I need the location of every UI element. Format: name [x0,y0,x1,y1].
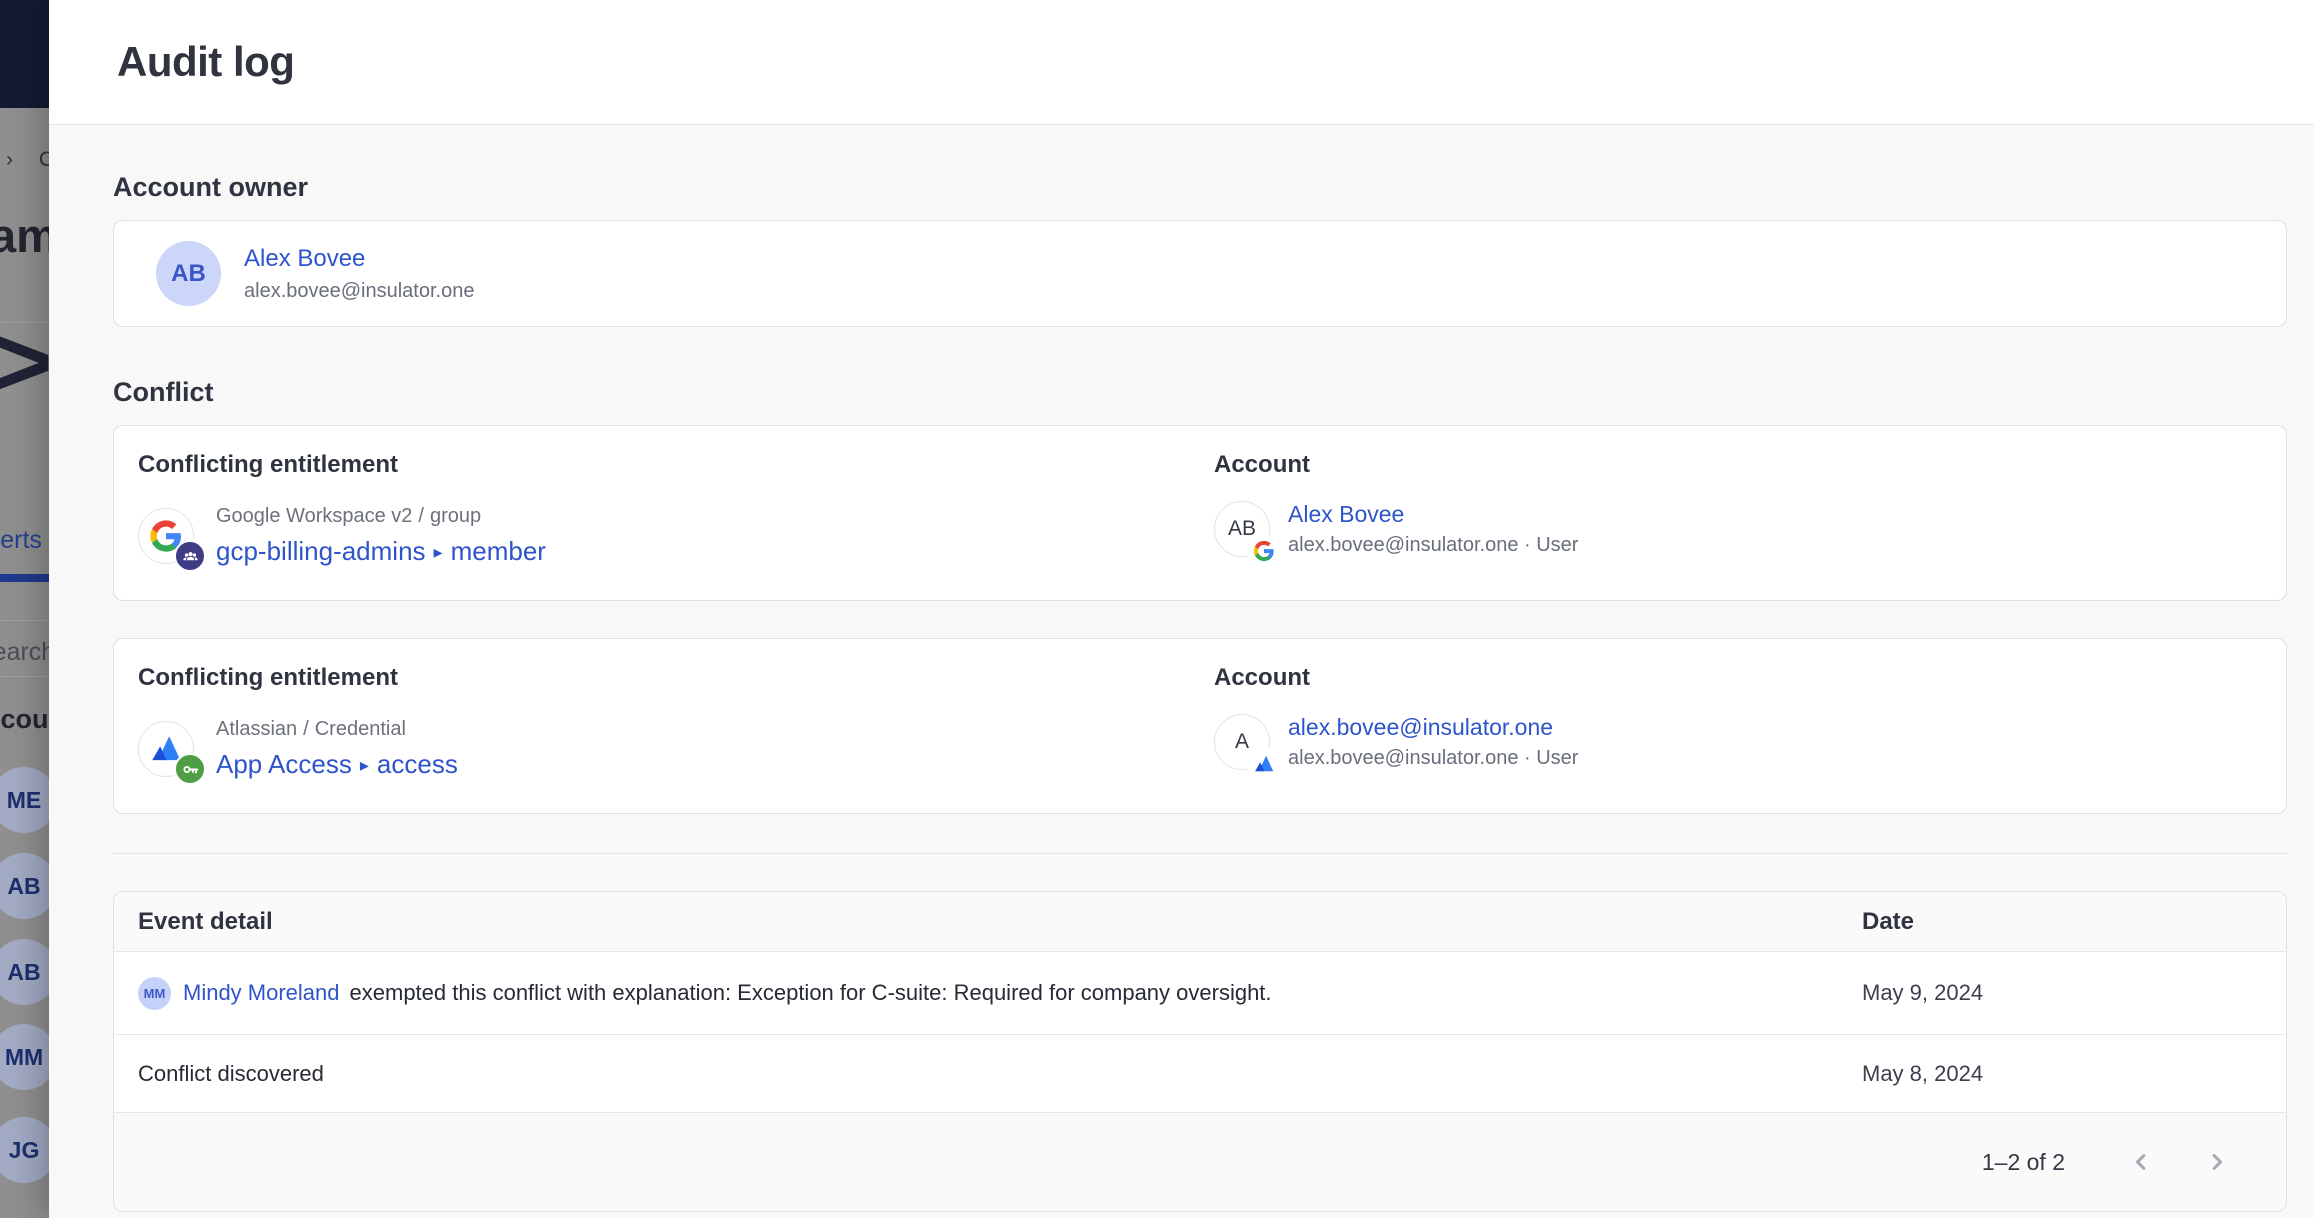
atlassian-logo-icon [1249,749,1279,779]
entitlement-role-link[interactable]: member [451,536,546,566]
pagination-next-button[interactable] [2203,1148,2231,1176]
background-app-dimmed: › C am > Alerts Search Account ME AB AB … [0,0,49,1218]
entitlement-link[interactable]: gcp-billing-admins [216,536,426,566]
conflict-card-atlassian: Conflicting entitlement [113,638,2287,814]
event-detail-column-header: Event detail [138,908,1862,936]
key-icon [174,753,206,785]
event-date: May 9, 2024 [1862,980,2286,1006]
account-owner-heading: Account owner [113,172,2287,203]
avatar: AB [156,241,221,306]
account-heading: Account [1214,664,2286,692]
conflicting-entitlement-heading: Conflicting entitlement [138,664,1214,692]
pagination-prev-button[interactable] [2127,1148,2155,1176]
account-subtext: alex.bovee@insulator.one · User [1288,534,1578,557]
entitlement-app-and-type: Google Workspace v2/group [216,505,546,528]
conflict-heading: Conflict [113,377,2287,408]
tab-active-underline [0,574,53,582]
account-subtext: alex.bovee@insulator.one · User [1288,747,1578,770]
chevron-right-icon: ▸ [352,755,377,775]
account-owner-card: AB Alex Bovee alex.bovee@insulator.one [113,220,2287,327]
avatar: MM [138,977,171,1010]
account-name-link[interactable]: Alex Bovee [1288,501,1404,527]
event-message: Conflict discovered [138,1061,324,1087]
date-column-header: Date [1862,908,2286,936]
tab-alerts: Alerts [0,526,42,555]
event-detail-table: Event detail Date MM Mindy Moreland exem… [113,891,2287,1212]
pagination: 1–2 of 2 [114,1113,2286,1211]
page-title: Audit log [117,38,294,86]
entitlement-link[interactable]: App Access [216,749,352,779]
entitlement-role-link[interactable]: access [377,749,458,779]
background-top-nav [0,0,49,108]
table-header-row: Event detail Date [114,892,2286,952]
divider [0,620,49,621]
event-message: exempted this conflict with explanation:… [350,980,1272,1006]
google-logo-icon [1249,536,1279,566]
account-heading: Account [1214,451,2286,479]
table-row: Conflict discovered May 8, 2024 [114,1035,2286,1113]
avatar: A [1214,714,1270,770]
avatar: AB [1214,501,1270,557]
owner-name-link[interactable]: Alex Bovee [244,245,365,272]
conflicting-entitlement-heading: Conflicting entitlement [138,451,1214,479]
chevron-right-icon: ▸ [426,542,451,562]
account-name-link[interactable]: alex.bovee@insulator.one [1288,714,1553,740]
pagination-label: 1–2 of 2 [1982,1149,2065,1176]
audit-log-panel: Audit log Account owner AB Alex Bovee al… [49,0,2314,1218]
section-divider [113,853,2287,854]
owner-email: alex.bovee@insulator.one [244,280,474,303]
divider [0,676,49,677]
actor-link[interactable]: Mindy Moreland [183,980,340,1006]
conflict-card-google: Conflicting entitlement [113,425,2287,601]
panel-body: Account owner AB Alex Bovee alex.bovee@i… [49,126,2314,1218]
group-icon [174,540,206,572]
entitlement-app-and-type: Atlassian/Credential [216,718,458,741]
search-input-fragment: Search [0,638,55,667]
panel-header: Audit log [49,0,2314,125]
event-date: May 8, 2024 [1862,1061,2286,1087]
background-arrow-logo: > [0,312,52,412]
table-row: MM Mindy Moreland exempted this conflict… [114,952,2286,1035]
